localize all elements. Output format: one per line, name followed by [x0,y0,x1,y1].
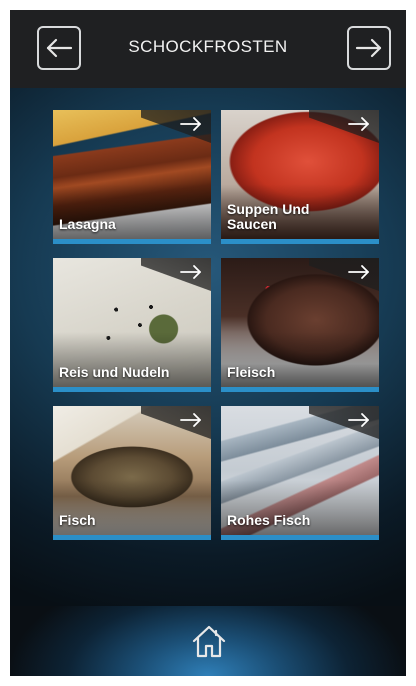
device-screen: SCHOCKFROSTEN Lasagna Suppen Und Saucen … [10,10,406,676]
page-title: SCHOCKFROSTEN [128,37,288,56]
arrow-right-icon [180,265,201,279]
tile-reis-und-nudeln[interactable]: Reis und Nudeln [53,258,211,392]
home-icon [192,625,226,658]
arrow-right-icon [180,117,201,131]
arrow-left-icon [46,38,73,58]
arrow-right-icon [348,117,369,131]
arrow-right-icon [348,265,369,279]
tile-label: Lasagna [59,216,116,232]
tile-rohes-fisch[interactable]: Rohes Fisch [221,406,379,540]
arrow-right-icon [348,413,369,427]
home-button[interactable] [190,622,228,660]
tile-label: Rohes Fisch [227,512,311,528]
tile-label: Reis und Nudeln [59,364,170,380]
tile-lasagna[interactable]: Lasagna [53,110,211,244]
back-button[interactable] [37,26,81,70]
tile-label: Fisch [59,512,96,528]
tile-label: Fleisch [227,364,276,380]
tile-label: Suppen Und Saucen [227,201,310,232]
header-bar: SCHOCKFROSTEN [10,10,406,88]
arrow-right-icon [180,413,201,427]
category-grid: Lasagna Suppen Und Saucen Reis und Nudel… [53,110,383,540]
footer-bar [10,606,406,676]
tile-fisch[interactable]: Fisch [53,406,211,540]
category-content: Lasagna Suppen Und Saucen Reis und Nudel… [10,88,406,606]
arrow-right-icon [355,38,382,58]
forward-button[interactable] [347,26,391,70]
tile-fleisch[interactable]: Fleisch [221,258,379,392]
tile-suppen-und-saucen[interactable]: Suppen Und Saucen [221,110,379,244]
